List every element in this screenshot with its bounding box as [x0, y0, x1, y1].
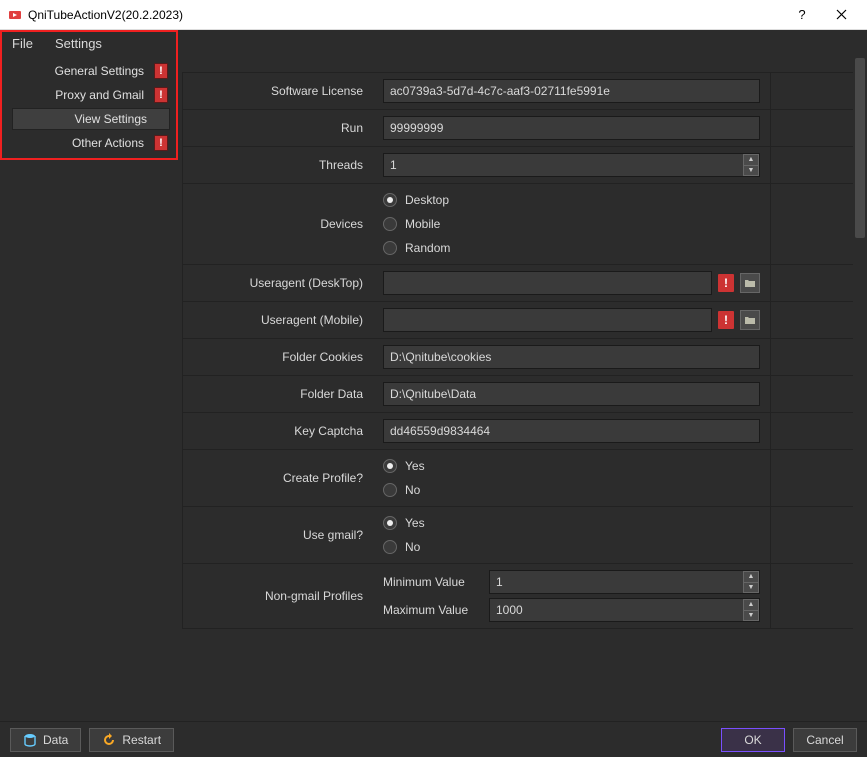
form-area: Software License Run Threads ▲▼ — [170, 56, 867, 721]
label-create-profile: Create Profile? — [183, 450, 373, 506]
folder-icon — [744, 277, 756, 289]
window-title: QniTubeActionV2(20.2.2023) — [28, 8, 183, 22]
input-key-captcha[interactable] — [383, 419, 760, 443]
radio-devices-mobile[interactable]: Mobile — [383, 214, 760, 234]
input-ua-desktop[interactable] — [383, 271, 712, 295]
radio-devices-desktop[interactable]: Desktop — [383, 190, 760, 210]
cancel-button[interactable]: Cancel — [793, 728, 857, 752]
radio-create-profile-no[interactable]: No — [383, 480, 760, 500]
title-bar: QniTubeActionV2(20.2.2023) ? — [0, 0, 867, 30]
input-folder-cookies[interactable] — [383, 345, 760, 369]
radio-create-profile-yes[interactable]: Yes — [383, 456, 760, 476]
sidebar-item-label: Proxy and Gmail — [12, 88, 148, 102]
menu-settings[interactable]: Settings — [51, 34, 106, 53]
input-software-license[interactable] — [383, 79, 760, 103]
label-min-value: Minimum Value — [383, 575, 483, 589]
min-spinner[interactable]: ▲▼ — [743, 571, 759, 593]
label-ua-desktop: Useragent (DeskTop) — [183, 266, 373, 300]
alert-icon: ! — [154, 135, 168, 151]
restart-icon — [102, 733, 116, 747]
restart-button[interactable]: Restart — [89, 728, 174, 752]
sidebar-item-label: General Settings — [12, 64, 148, 78]
sidebar-item-label: Other Actions — [12, 136, 148, 150]
alert-icon: ! — [154, 63, 168, 79]
label-threads: Threads — [183, 148, 373, 182]
label-folder-data: Folder Data — [183, 377, 373, 411]
label-key-captcha: Key Captcha — [183, 414, 373, 448]
input-min-value[interactable] — [489, 570, 760, 594]
label-run: Run — [183, 111, 373, 145]
vertical-scrollbar[interactable] — [853, 56, 867, 721]
footer-bar: Data Restart OK Cancel — [0, 721, 867, 757]
input-max-value[interactable] — [489, 598, 760, 622]
browse-ua-desktop-button[interactable] — [740, 273, 760, 293]
radio-devices-random[interactable]: Random — [383, 238, 760, 258]
label-ua-mobile: Useragent (Mobile) — [183, 303, 373, 337]
data-button[interactable]: Data — [10, 728, 81, 752]
sidebar: General Settings ! Proxy and Gmail ! Vie… — [0, 56, 170, 721]
radio-use-gmail-no[interactable]: No — [383, 537, 760, 557]
alert-icon: ! — [718, 274, 734, 292]
help-button[interactable]: ? — [785, 0, 819, 30]
max-spinner[interactable]: ▲▼ — [743, 599, 759, 621]
database-icon — [23, 733, 37, 747]
browse-ua-mobile-button[interactable] — [740, 310, 760, 330]
sidebar-item-general-settings[interactable]: General Settings ! — [12, 60, 170, 82]
menu-file[interactable]: File — [8, 34, 37, 53]
sidebar-item-label: View Settings — [13, 112, 167, 126]
app-icon — [8, 8, 22, 22]
label-devices: Devices — [183, 184, 373, 264]
sidebar-item-other-actions[interactable]: Other Actions ! — [12, 132, 170, 154]
input-folder-data[interactable] — [383, 382, 760, 406]
threads-spinner[interactable]: ▲▼ — [743, 154, 759, 176]
label-non-gmail-profiles: Non-gmail Profiles — [183, 564, 373, 628]
label-software-license: Software License — [183, 74, 373, 108]
input-ua-mobile[interactable] — [383, 308, 712, 332]
radio-use-gmail-yes[interactable]: Yes — [383, 513, 760, 533]
ok-button[interactable]: OK — [721, 728, 785, 752]
alert-icon: ! — [718, 311, 734, 329]
sidebar-item-proxy-and-gmail[interactable]: Proxy and Gmail ! — [12, 84, 170, 106]
close-button[interactable] — [819, 0, 863, 30]
sidebar-item-view-settings[interactable]: View Settings — [12, 108, 170, 130]
menu-bar: File Settings — [0, 30, 867, 56]
input-threads[interactable] — [383, 153, 760, 177]
folder-icon — [744, 314, 756, 326]
label-use-gmail: Use gmail? — [183, 507, 373, 563]
input-run[interactable] — [383, 116, 760, 140]
alert-icon: ! — [154, 87, 168, 103]
label-folder-cookies: Folder Cookies — [183, 340, 373, 374]
label-max-value: Maximum Value — [383, 603, 483, 617]
